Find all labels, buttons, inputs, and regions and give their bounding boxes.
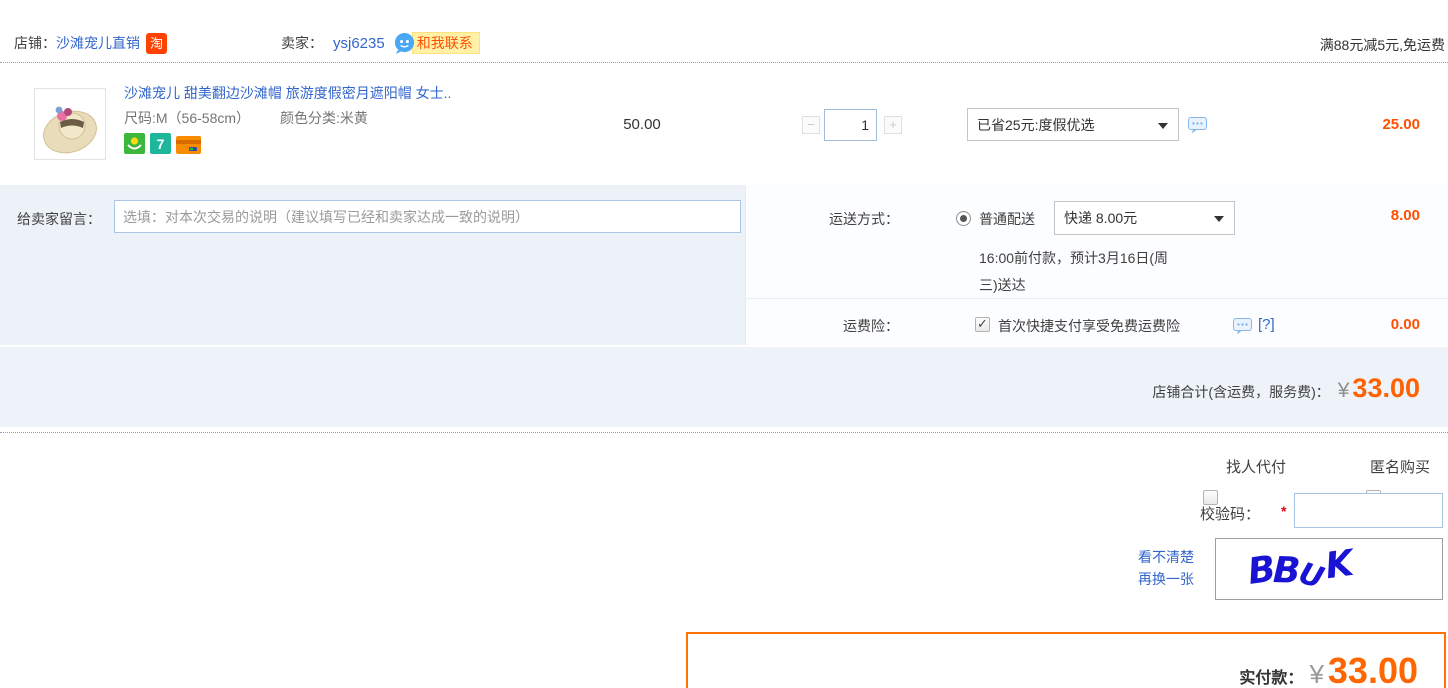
insurance-fee: 0.00	[1390, 316, 1420, 333]
captcha-text: BBUK	[1245, 542, 1355, 595]
row-divider	[746, 298, 1448, 299]
dropdown-arrow-icon	[1158, 122, 1168, 129]
payment-label: 实付款：	[1239, 670, 1304, 687]
insurance-label: 运费险：	[843, 318, 899, 334]
service-icons: 7	[124, 133, 201, 154]
payment-summary-box: 实付款： ¥ 33.00	[686, 632, 1446, 688]
taobao-order-confirm-page: 店铺： 沙滩宠儿直销 淘 卖家： ysj6235 和我联系 满88元减5元,免运…	[0, 0, 1448, 688]
seller-label: 卖家：	[281, 35, 323, 51]
captcha-unclear-link[interactable]: 看不清楚	[1138, 546, 1194, 568]
product-title-link[interactable]: 沙滩宠儿 甜美翻边沙滩帽 旅游度假密月遮阳帽 女士..	[124, 83, 451, 103]
courier-select[interactable]: 快递 8.00元	[1054, 201, 1235, 235]
quantity-plus-button[interactable]: +	[884, 116, 902, 134]
dropdown-arrow-icon	[1214, 216, 1224, 222]
delivery-method-text: 普通配送	[979, 211, 1035, 227]
contact-seller-button[interactable]: 和我联系	[411, 32, 480, 54]
pay-for-me-label: 找人代付	[1226, 459, 1287, 476]
seven-day-return-icon: 7	[150, 133, 171, 154]
size-spec: 尺码:M（56-58cm）	[124, 110, 251, 126]
shop-info: 店铺： 沙滩宠儿直销 淘	[14, 30, 167, 56]
shipping-fee: 8.00	[1390, 207, 1420, 224]
captcha-label: 校验码：	[1200, 506, 1261, 523]
seller-message-input[interactable]	[114, 200, 741, 233]
item-subtotal: 25.00	[1382, 116, 1420, 133]
svg-text:7: 7	[157, 136, 165, 152]
shipping-method-label: 运送方式：	[829, 211, 899, 227]
delivery-estimate: 16:00前付款，预计3月16日(周 三)送达	[979, 250, 1169, 293]
section-divider	[0, 432, 1448, 433]
payment-amount: 33.00	[1327, 650, 1418, 688]
header-divider	[0, 62, 1448, 63]
discount-select[interactable]: 已省25元:度假优选	[967, 108, 1179, 141]
required-asterisk: *	[1281, 503, 1287, 519]
seller-id-link[interactable]: ysj6235	[333, 35, 385, 52]
store-total-band: 店铺合计(含运费，服务费)： ¥ 33.00	[0, 347, 1448, 427]
shop-name-link[interactable]: 沙滩宠儿直销	[56, 33, 140, 53]
captcha-refresh-link[interactable]: 再换一张	[1138, 568, 1194, 590]
product-specs: 尺码:M（56-58cm） 颜色分类:米黄	[124, 108, 368, 128]
shipping-panel: 运送方式： 普通配送 快递 8.00元 16:00前付款，预计3月16日(周 三…	[745, 185, 1448, 345]
anonymous-buy-label: 匿名购买	[1370, 459, 1431, 476]
store-total-label: 店铺合计(含运费，服务费)：	[1152, 384, 1330, 400]
wangwang-icon[interactable]	[393, 32, 416, 55]
standard-delivery-radio[interactable]	[956, 211, 971, 226]
insurance-help-link[interactable]: [?]	[1258, 316, 1275, 333]
insurance-text: 首次快捷支付享受免费运费险	[998, 318, 1180, 334]
insurance-checkbox[interactable]	[975, 316, 990, 332]
payment-currency: ¥	[1309, 659, 1324, 688]
captcha-image[interactable]: BBUK	[1215, 538, 1443, 600]
product-thumbnail[interactable]	[34, 88, 106, 160]
discount-selected-option: 已省25元:度假优选	[977, 116, 1095, 133]
currency-symbol: ¥	[1337, 379, 1350, 402]
seller-info: 卖家： ysj6235 和我联系	[281, 30, 480, 56]
seller-message-label: 给卖家留言：	[17, 211, 101, 227]
unit-price: 50.00	[623, 116, 661, 133]
quantity-minus-button[interactable]: −	[802, 116, 820, 134]
captcha-input[interactable]	[1294, 493, 1443, 528]
beach-hat-image	[43, 106, 97, 154]
shop-label: 店铺：	[14, 35, 56, 51]
insurance-chat-bubble-icon[interactable]	[1233, 318, 1252, 335]
courier-selected-option: 快递 8.00元	[1064, 210, 1138, 226]
discount-chat-bubble-icon[interactable]	[1188, 117, 1207, 134]
consumer-protection-icon	[124, 133, 145, 154]
quantity-input[interactable]	[824, 109, 877, 141]
seller-message-panel: 给卖家留言：	[0, 185, 745, 345]
color-spec: 颜色分类:米黄	[280, 110, 368, 126]
shop-promo-text: 满88元减5元,免运费	[1319, 37, 1445, 53]
credit-card-pay-icon	[176, 136, 201, 154]
store-total-amount: 33.00	[1352, 373, 1420, 403]
taobao-badge-icon: 淘	[146, 32, 167, 54]
